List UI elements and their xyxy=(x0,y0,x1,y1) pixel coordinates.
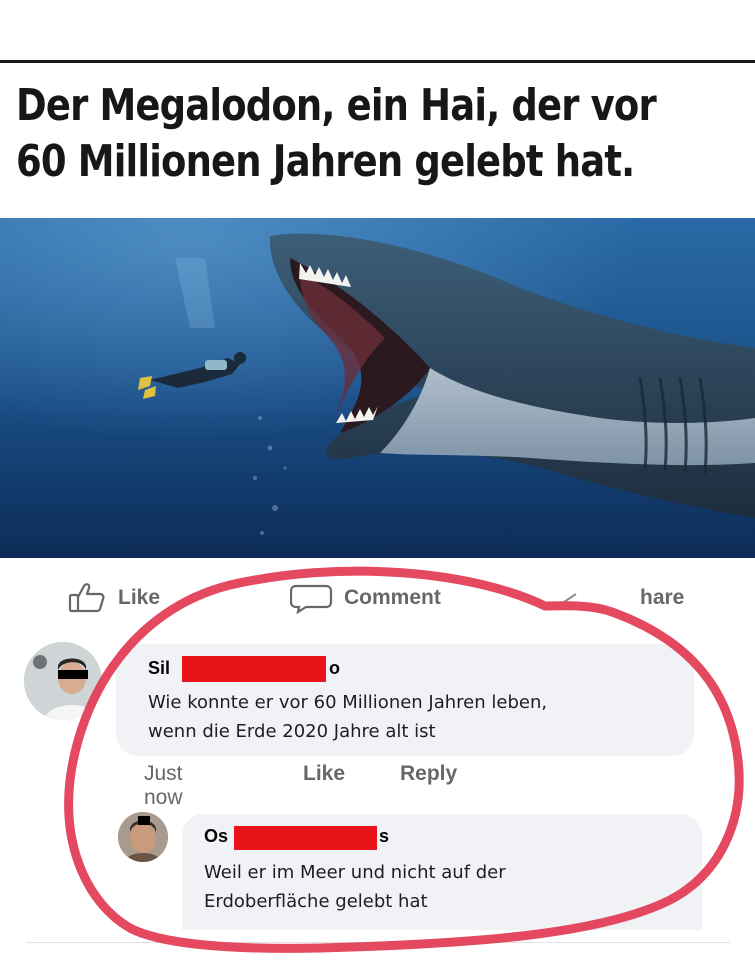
reply-author-start[interactable]: Os xyxy=(204,826,228,847)
post-action-bar: Like Comment hare xyxy=(0,570,755,626)
top-divider xyxy=(0,60,755,63)
like-label: Like xyxy=(118,586,161,609)
reply-bubble: Os s Weil er im Meer und nicht auf der E… xyxy=(182,814,702,930)
profile-photo xyxy=(24,642,102,720)
like-button[interactable]: Like xyxy=(68,582,160,614)
comment-author-start[interactable]: Sil xyxy=(148,658,170,679)
share-label: hare xyxy=(640,586,685,609)
censor-bar xyxy=(182,656,326,682)
post-headline: Der Megalodon, ein Hai, der vor 60 Milli… xyxy=(16,78,657,190)
headline-line-1: Der Megalodon, ein Hai, der vor xyxy=(16,80,657,131)
avatar[interactable] xyxy=(24,642,102,720)
comment-bubble: Sil o Wie konnte er vor 60 Millionen Jah… xyxy=(116,644,694,756)
reply-author-end[interactable]: s xyxy=(379,826,389,847)
share-button[interactable]: hare xyxy=(560,582,684,614)
comment-label: Comment xyxy=(344,586,441,609)
comment-timestamp[interactable]: Just now xyxy=(144,762,183,810)
thumbs-up-icon xyxy=(68,583,105,613)
post-photo-megalodon[interactable] xyxy=(0,218,755,558)
profile-photo xyxy=(118,812,168,862)
comment-like-button[interactable]: Like xyxy=(303,762,345,786)
comment-bubble-icon xyxy=(290,584,333,614)
reply-text: Weil er im Meer und nicht auf der Erdobe… xyxy=(204,862,506,912)
comment-button[interactable]: Comment xyxy=(290,582,441,614)
comment-author-end[interactable]: o xyxy=(329,658,340,679)
comment-reply-button[interactable]: Reply xyxy=(400,762,457,786)
avatar[interactable] xyxy=(118,812,168,862)
headline-line-2: 60 Millionen Jahren gelebt hat. xyxy=(16,136,635,187)
ocean-scene-illustration xyxy=(0,218,755,558)
share-arrow-icon xyxy=(563,593,577,603)
comment-text: Wie konnte er vor 60 Millionen Jahren le… xyxy=(148,692,548,742)
bottom-divider xyxy=(26,942,730,943)
censor-bar xyxy=(234,826,377,850)
